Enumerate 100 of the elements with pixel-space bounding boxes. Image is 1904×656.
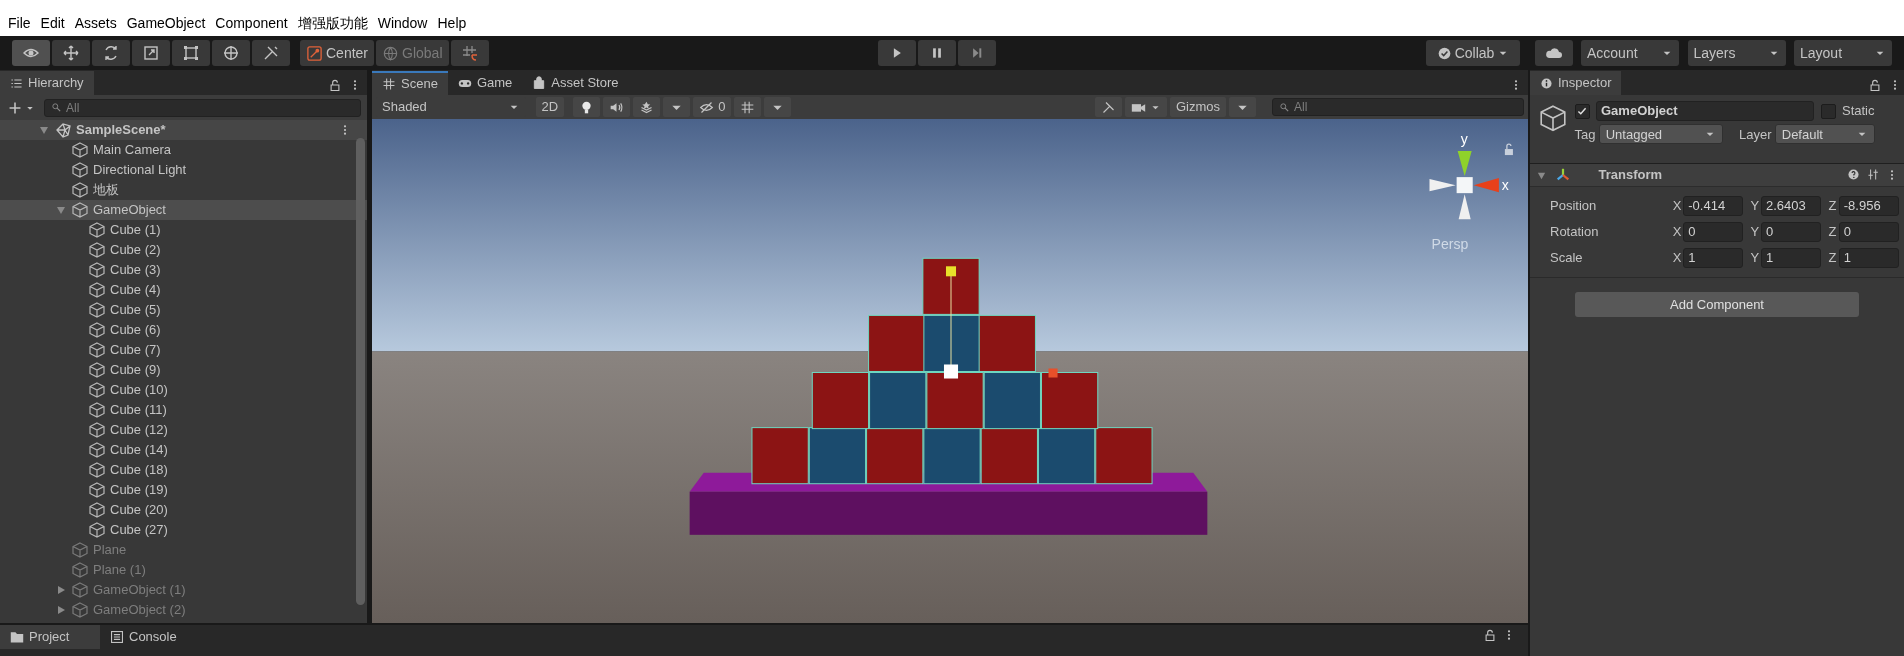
- effects-toggle[interactable]: [633, 97, 661, 117]
- grid-dropdown[interactable]: [764, 97, 792, 117]
- cube-icon: [88, 461, 106, 479]
- hierarchy-item[interactable]: Cube (3): [0, 260, 367, 280]
- tool-button[interactable]: [212, 40, 250, 66]
- menu-item[interactable]: Window: [375, 12, 436, 34]
- audio-toggle[interactable]: [603, 97, 631, 117]
- hierarchy-item[interactable]: Cube (14): [0, 440, 367, 460]
- axis-label: X: [1671, 249, 1683, 268]
- hidden-objects-toggle[interactable]: 0: [693, 97, 732, 117]
- layers-dropdown[interactable]: Layers: [1687, 40, 1786, 66]
- tool-button[interactable]: [52, 40, 90, 66]
- hierarchy-item[interactable]: Main Camera: [0, 140, 367, 160]
- effects-dropdown[interactable]: [663, 97, 691, 117]
- number-field[interactable]: -8.956: [1838, 196, 1899, 216]
- hierarchy-item[interactable]: Cube (9): [0, 360, 367, 380]
- hierarchy-item[interactable]: 地板: [0, 180, 367, 200]
- move-handle-drawing[interactable]: [943, 266, 1058, 379]
- grid-toggle[interactable]: [734, 97, 762, 117]
- axis-label: x: [1501, 177, 1509, 194]
- tool-button[interactable]: [172, 40, 210, 66]
- menu-item[interactable]: Component: [213, 12, 296, 34]
- search-field[interactable]: All: [44, 98, 361, 117]
- search-field[interactable]: All: [1272, 98, 1524, 116]
- tools-button[interactable]: [1094, 97, 1122, 117]
- menu-item[interactable]: File: [6, 12, 39, 34]
- menu-item[interactable]: 增强版功能: [295, 12, 376, 34]
- hierarchy-item[interactable]: Cube (12): [0, 420, 367, 440]
- play-button[interactable]: [878, 40, 917, 66]
- menu-item[interactable]: Assets: [72, 12, 125, 34]
- number-field[interactable]: 0: [1761, 222, 1822, 242]
- hierarchy-item[interactable]: Cube (10): [0, 380, 367, 400]
- cube-icon: [71, 581, 89, 599]
- hierarchy-item[interactable]: Cube (20): [0, 500, 367, 520]
- number-field[interactable]: 0: [1683, 222, 1744, 242]
- hierarchy-item[interactable]: Cube (1): [0, 220, 367, 240]
- cube-icon: [88, 241, 106, 259]
- gizmos-dropdown[interactable]: [1229, 97, 1256, 117]
- panel-tab[interactable]: Game: [447, 71, 523, 95]
- number-field[interactable]: -0.414: [1683, 196, 1744, 216]
- scene-row[interactable]: SampleScene*: [0, 120, 367, 140]
- static-checkbox[interactable]: [1820, 103, 1836, 119]
- transform-icon: [222, 44, 240, 62]
- pivot-button[interactable]: Center: [300, 40, 375, 66]
- hierarchy-item[interactable]: Cube (5): [0, 300, 367, 320]
- orientation-gizmo-drawing[interactable]: [1429, 151, 1499, 220]
- number-field[interactable]: 1: [1761, 248, 1822, 268]
- hierarchy-item[interactable]: Cube (18): [0, 460, 367, 480]
- collab-button[interactable]: Collab: [1426, 40, 1520, 66]
- number-field[interactable]: 0: [1838, 222, 1899, 242]
- cube-icon: [88, 301, 106, 319]
- panel-tab[interactable]: Asset Store: [522, 71, 629, 95]
- gizmos-button[interactable]: Gizmos: [1169, 97, 1226, 117]
- lighting-toggle[interactable]: [573, 97, 601, 117]
- tool-button[interactable]: [92, 40, 130, 66]
- menu-item[interactable]: GameObject: [124, 12, 214, 34]
- active-checkbox[interactable]: [1574, 103, 1590, 119]
- tool-button[interactable]: [12, 40, 50, 66]
- hierarchy-item[interactable]: Cube (7): [0, 340, 367, 360]
- hierarchy-item[interactable]: Cube (2): [0, 240, 367, 260]
- rect-tool-icon: [182, 44, 200, 62]
- layout-dropdown[interactable]: Layout: [1794, 40, 1892, 66]
- inspector-tab[interactable]: Inspector: [1530, 71, 1622, 95]
- panel-tab[interactable]: Project: [0, 625, 100, 649]
- snap-button[interactable]: [450, 40, 489, 66]
- axis-label: Y: [1749, 223, 1761, 242]
- menu-item[interactable]: Help: [435, 12, 475, 34]
- number-field[interactable]: 1: [1838, 248, 1899, 268]
- tool-button[interactable]: [132, 40, 170, 66]
- lock-icon[interactable]: [1504, 143, 1513, 156]
- camera-dropdown[interactable]: [1124, 97, 1167, 117]
- hierarchy-tab[interactable]: Hierarchy: [0, 71, 94, 95]
- cloud-button[interactable]: [1534, 40, 1573, 66]
- cube-pyramid-drawing[interactable]: [751, 257, 1153, 485]
- step-button[interactable]: [958, 40, 997, 66]
- component-header[interactable]: Transform: [1530, 163, 1904, 187]
- cube-icon: [71, 161, 89, 179]
- add-component-button[interactable]: Add Component: [1575, 292, 1859, 317]
- hierarchy-item[interactable]: Directional Light: [0, 160, 367, 180]
- help-icon: [1847, 168, 1860, 181]
- menu-item[interactable]: Edit: [38, 12, 73, 34]
- name-field[interactable]: GameObject: [1596, 101, 1814, 121]
- pause-button[interactable]: [918, 40, 957, 66]
- hierarchy-item[interactable]: Cube (11): [0, 400, 367, 420]
- 2d-toggle[interactable]: 2D: [535, 97, 565, 117]
- hierarchy-item[interactable]: Cube (27): [0, 520, 367, 540]
- hierarchy-item[interactable]: Cube (6): [0, 320, 367, 340]
- panel-tab[interactable]: Scene: [372, 71, 448, 95]
- tag-dropdown[interactable]: Untagged: [1598, 124, 1723, 145]
- layer-dropdown[interactable]: Default: [1774, 124, 1875, 145]
- hierarchy-item[interactable]: GameObject: [0, 200, 367, 220]
- number-field[interactable]: 1: [1683, 248, 1744, 268]
- tool-button[interactable]: [252, 40, 290, 66]
- hierarchy-item[interactable]: Cube (4): [0, 280, 367, 300]
- hierarchy-item[interactable]: Cube (19): [0, 480, 367, 500]
- scrollbar-thumb[interactable]: [356, 138, 365, 605]
- number-field[interactable]: 2.6403: [1761, 196, 1822, 216]
- account-dropdown[interactable]: Account: [1581, 40, 1679, 66]
- scene-view[interactable]: y x Persp: [372, 119, 1528, 623]
- panel-tab[interactable]: Console: [100, 625, 187, 649]
